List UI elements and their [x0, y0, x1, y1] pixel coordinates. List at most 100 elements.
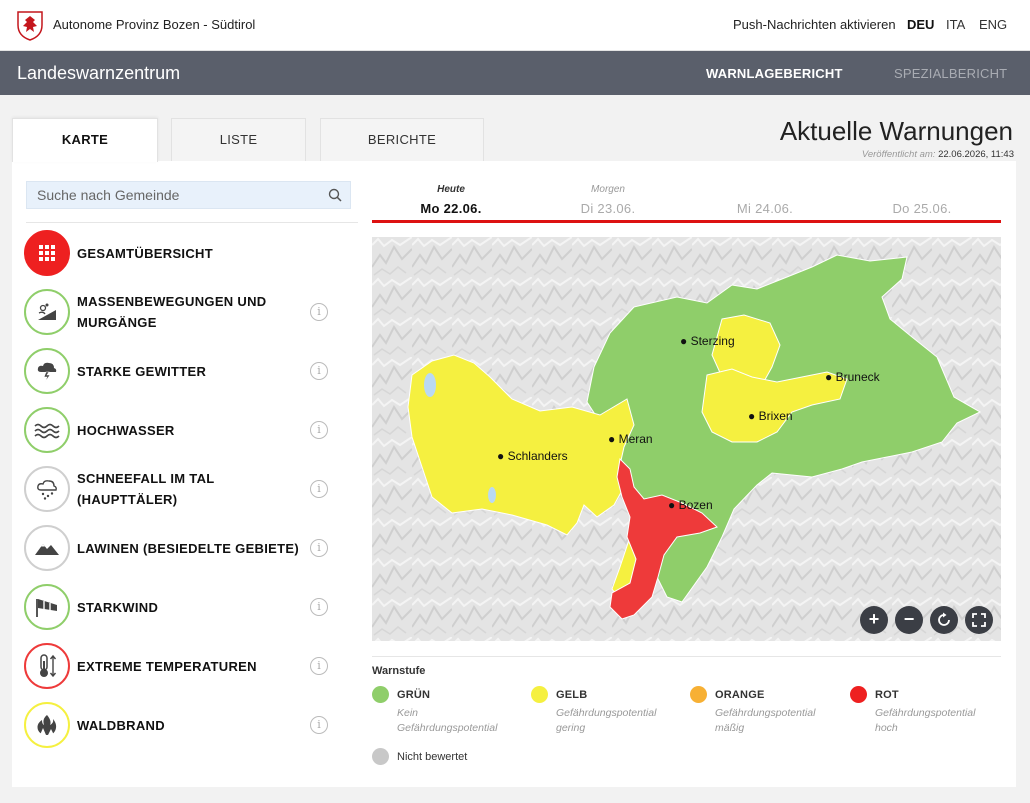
legend-desc-line1: Kein — [397, 707, 419, 719]
city-label: Bozen — [678, 498, 713, 512]
lang-eng[interactable]: ENG — [979, 17, 1007, 32]
city-label: Sterzing — [690, 334, 735, 348]
hazard-label-line1: SCHNEEFALL IM TAL — [77, 471, 215, 486]
tab-liste[interactable]: LISTE — [171, 118, 306, 161]
legend-desc-line2: Gefährdungspotential — [397, 722, 498, 734]
tab-karte[interactable]: KARTE — [12, 118, 158, 162]
main-nav: Landeswarnzentrum WARNLAGEBERICHT SPEZIA… — [0, 51, 1030, 95]
legend-name: ROT — [875, 689, 899, 701]
legend-desc-line2: hoch — [875, 722, 898, 734]
legend-desc-line2: gering — [556, 722, 586, 734]
info-icon[interactable]: i — [310, 657, 328, 675]
city-brixen[interactable]: ● Brixen — [748, 409, 793, 423]
hazard-level-badge — [24, 230, 70, 276]
day-sub: Morgen — [591, 184, 625, 195]
reset-view-button[interactable] — [930, 606, 958, 634]
hazard-massenbewegungen[interactable]: MASSENBEWEGUNGEN UND MURGÄNGE i — [24, 289, 334, 337]
tab-berichte[interactable]: BERICHTE — [320, 118, 484, 161]
hazard-level-badge — [24, 525, 70, 571]
info-icon[interactable]: i — [310, 362, 328, 380]
nav-spezialbericht[interactable]: SPEZIALBERICHT — [894, 66, 1007, 81]
day-tab-tomorrow[interactable]: Morgen Di 23.06. — [528, 184, 688, 216]
top-bar: Autonome Provinz Bozen - Südtirol Push-N… — [0, 0, 1030, 51]
city-bruneck[interactable]: ● Bruneck — [825, 370, 880, 384]
day-tab-today[interactable]: Heute Mo 22.06. — [371, 184, 531, 216]
lang-deu[interactable]: DEU — [907, 17, 934, 32]
avalanche-icon — [35, 544, 59, 555]
hazard-level-badge — [24, 348, 70, 394]
hazard-hochwasser[interactable]: HOCHWASSER i — [24, 407, 334, 455]
hazard-waldbrand[interactable]: WALDBRAND i — [24, 702, 334, 750]
zoom-out-button[interactable]: − — [895, 606, 923, 634]
info-icon[interactable]: i — [310, 716, 328, 734]
day-date: Do 25.06. — [892, 201, 952, 216]
day-date: Mi 24.06. — [736, 201, 794, 216]
legend-desc: Gefährdungspotential hoch — [875, 706, 975, 736]
search-input[interactable] — [27, 182, 317, 208]
legend-name: GELB — [556, 689, 588, 701]
hazard-label-line2: MURGÄNGE — [77, 315, 157, 330]
hazard-extreme-temperaturen[interactable]: EXTREME TEMPERATUREN i — [24, 643, 334, 691]
day-tab-mi[interactable]: Mi 24.06. — [685, 184, 845, 216]
legend-swatch — [850, 686, 867, 703]
municipality-search — [26, 181, 351, 209]
zoom-in-button[interactable]: + — [860, 606, 888, 634]
legend-desc-line1: Gefährdungspotential — [875, 707, 976, 719]
flood-icon — [34, 423, 60, 439]
legend-swatch — [531, 686, 548, 703]
hazard-gesamtuebersicht[interactable]: GESAMTÜBERSICHT — [24, 230, 334, 278]
info-icon[interactable]: i — [310, 598, 328, 616]
divider — [26, 222, 358, 223]
legend-name: Nicht bewertet — [397, 751, 468, 763]
info-icon[interactable]: i — [310, 303, 328, 321]
landslide-icon — [38, 303, 56, 320]
org-name[interactable]: Autonome Provinz Bozen - Südtirol — [53, 17, 255, 32]
windsock-icon — [36, 599, 57, 617]
site-title[interactable]: Landeswarnzentrum — [17, 63, 180, 84]
legend-divider — [372, 656, 1001, 657]
wildfire-icon — [37, 715, 57, 735]
hazard-starke-gewitter[interactable]: STARKE GEWITTER i — [24, 348, 334, 396]
published-info: Veröffentlicht am: 22.06.2026, 11:43 — [862, 149, 1014, 160]
coat-of-arms-icon[interactable] — [16, 9, 44, 41]
city-label: Brixen — [758, 409, 793, 423]
info-icon[interactable]: i — [310, 480, 328, 498]
published-label: Veröffentlicht am: — [861, 149, 936, 160]
day-sub — [842, 184, 1002, 198]
city-label: Bruneck — [835, 370, 880, 384]
hazard-schneefall[interactable]: SCHNEEFALL IM TAL (HAUPTTÄLER) i — [24, 466, 334, 514]
hazard-starkwind[interactable]: STARKWIND i — [24, 584, 334, 632]
info-icon[interactable]: i — [310, 421, 328, 439]
day-date: Mo 22.06. — [420, 201, 482, 216]
hazard-label-line2: (HAUPTTÄLER) — [77, 492, 178, 507]
hazard-lawinen[interactable]: LAWINEN (BESIEDELTE GEBIETE) i — [24, 525, 334, 573]
legend-desc-line1: Gefährdungspotential — [556, 707, 657, 719]
push-notifications-link[interactable]: Push-Nachrichten aktivieren — [733, 17, 896, 32]
day-sub — [685, 184, 845, 198]
fullscreen-button[interactable] — [965, 606, 993, 634]
day-tab-do[interactable]: Do 25.06. — [842, 184, 1002, 216]
legend-desc: Gefährdungspotential gering — [556, 706, 656, 736]
hazard-label: HOCHWASSER — [77, 423, 175, 438]
city-bozen[interactable]: ● Bozen — [668, 498, 713, 512]
legend-desc-line2: mäßig — [715, 722, 745, 734]
snowfall-icon — [37, 480, 57, 500]
city-label: Schlanders — [507, 449, 568, 463]
search-icon[interactable] — [328, 188, 342, 202]
hazard-label: EXTREME TEMPERATUREN — [77, 659, 257, 674]
map-canvas[interactable] — [372, 237, 1001, 641]
legend-swatch — [372, 686, 389, 703]
city-schlanders[interactable]: ● Schlanders — [497, 449, 568, 463]
published-date: 22.06.2026, 11:43 — [938, 149, 1014, 160]
legend-desc-line1: Gefährdungspotential — [715, 707, 816, 719]
lang-ita[interactable]: ITA — [946, 17, 965, 32]
legend-name: GRÜN — [397, 689, 431, 701]
warning-map[interactable]: ● Sterzing ● Bruneck ● Brixen ● Meran ● … — [372, 237, 1001, 641]
nav-warnlagebericht[interactable]: WARNLAGEBERICHT — [706, 66, 843, 81]
hazard-level-badge — [24, 643, 70, 689]
info-icon[interactable]: i — [310, 539, 328, 557]
city-meran[interactable]: ● Meran — [608, 432, 653, 446]
legend-swatch — [372, 748, 389, 765]
legend-desc: Kein Gefährdungspotential — [397, 706, 497, 736]
city-sterzing[interactable]: ● Sterzing — [680, 334, 735, 348]
